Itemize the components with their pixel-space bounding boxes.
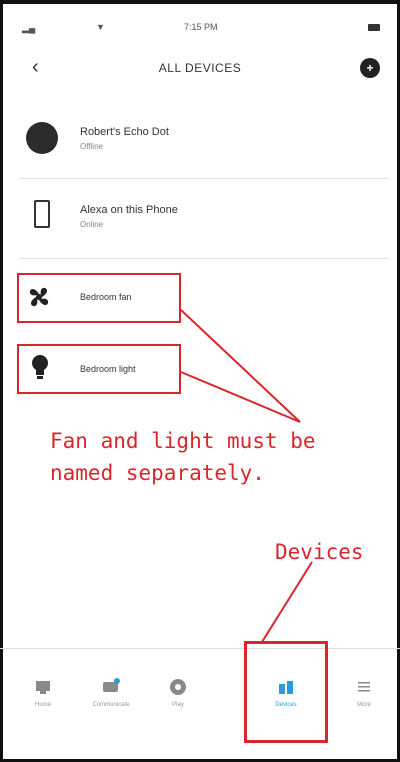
device-status: Online	[80, 220, 104, 229]
device-row-echo[interactable]: Robert's Echo Dot Offline	[20, 122, 388, 162]
phone-icon	[34, 200, 50, 228]
wifi-icon: ▼	[96, 22, 105, 32]
device-name: Alexa on this Phone	[80, 204, 178, 216]
device-row-light[interactable]: Bedroom light	[20, 350, 388, 390]
echo-dot-icon	[26, 122, 58, 154]
nav-label: More	[357, 702, 371, 708]
home-icon	[36, 681, 50, 694]
nav-more[interactable]: More	[334, 660, 394, 720]
plus-circle-icon[interactable]: +	[360, 58, 380, 78]
nav-home[interactable]: Home	[13, 660, 73, 720]
device-status: Offline	[80, 142, 103, 151]
menu-icon	[358, 682, 370, 692]
nav-label: Play	[172, 702, 184, 708]
nav-divider	[0, 648, 400, 649]
annotation-note: Fan and light must be named separately.	[50, 429, 316, 485]
divider	[20, 258, 388, 259]
devices-highlight-box	[244, 641, 328, 743]
device-name: Robert's Echo Dot	[80, 126, 169, 138]
fan-icon	[29, 287, 49, 307]
device-name: Bedroom light	[80, 364, 136, 374]
battery-icon	[368, 24, 380, 31]
bottom-nav: Home Communicate Play Devices More	[0, 660, 400, 720]
chat-icon	[103, 678, 120, 692]
annotation-devices-label: Devices	[275, 540, 364, 564]
nav-play[interactable]: Play	[148, 660, 208, 720]
play-icon	[170, 679, 186, 695]
header: ‹ ALL DEVICES +	[0, 52, 400, 84]
device-row-fan[interactable]: Bedroom fan	[20, 278, 388, 318]
divider	[20, 178, 388, 179]
signal-icon: ▂▄	[22, 23, 36, 33]
device-row-phone[interactable]: Alexa on this Phone Online	[20, 198, 388, 238]
status-time: 7:15 PM	[184, 22, 218, 32]
device-name: Bedroom fan	[80, 292, 132, 302]
status-bar: ▂▄ ▼ 7:15 PM	[0, 22, 400, 36]
nav-communicate[interactable]: Communicate	[81, 660, 141, 720]
bulb-icon	[32, 355, 48, 379]
nav-label: Home	[34, 702, 51, 708]
nav-label: Communicate	[92, 702, 130, 708]
page-title: ALL DEVICES	[158, 61, 242, 75]
